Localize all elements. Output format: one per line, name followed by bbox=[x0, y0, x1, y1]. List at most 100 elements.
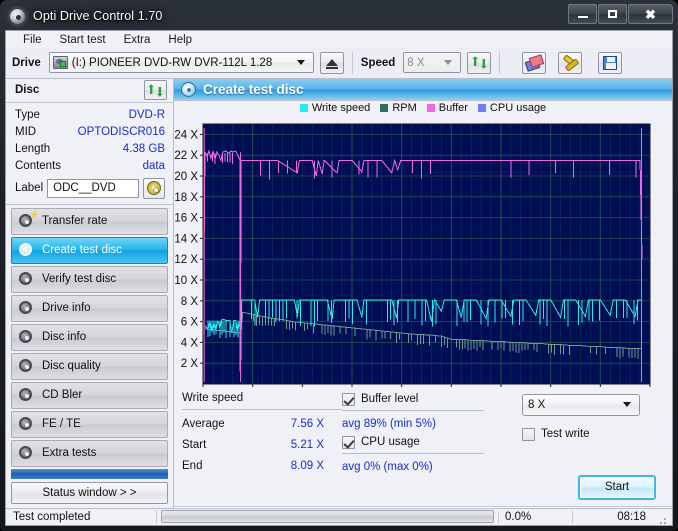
disc-icon bbox=[18, 271, 34, 287]
refresh-icon bbox=[472, 56, 487, 70]
sidebar-item-drive-info[interactable]: Drive info bbox=[11, 294, 168, 322]
drive-select-value: (I:) PIONEER DVD-RW DVR-112L 1.28 bbox=[71, 56, 273, 69]
minimize-button[interactable] bbox=[568, 4, 597, 24]
sidebar-item-label: FE / TE bbox=[42, 418, 81, 431]
tools-button[interactable] bbox=[558, 51, 583, 74]
svg-text:8 X: 8 X bbox=[181, 296, 199, 308]
content-panel: Create test disc Write speed RPM Buffer bbox=[174, 78, 672, 508]
save-button[interactable] bbox=[598, 51, 623, 74]
disc-label-button[interactable] bbox=[143, 177, 165, 199]
write-speed-stats-title: Write speed bbox=[182, 391, 244, 404]
progress-percent: 0.0% bbox=[498, 510, 572, 523]
maximize-button[interactable] bbox=[598, 4, 627, 24]
legend-label: Buffer bbox=[438, 102, 468, 115]
cpu-usage-checkbox[interactable] bbox=[342, 435, 355, 449]
chart-canvas: 2 X 4 X 6 X 8 X 10 X 12 X 14 X 16 X 18 X 20 X 22 X… bbox=[174, 123, 651, 387]
refresh-button[interactable] bbox=[467, 51, 492, 74]
progress-bar bbox=[161, 510, 494, 524]
close-button[interactable]: ✖ bbox=[628, 4, 673, 24]
sidebar-item-disc-quality[interactable]: Disc quality bbox=[11, 352, 168, 380]
disc-icon bbox=[181, 81, 196, 97]
disc-icon bbox=[18, 300, 34, 316]
sidebar-item-label: Extra tests bbox=[42, 447, 97, 460]
toolbar-divider bbox=[351, 51, 353, 74]
menu-help[interactable]: Help bbox=[159, 32, 201, 48]
disc-mid-label: MID bbox=[15, 126, 37, 139]
divider bbox=[342, 409, 484, 411]
client-area: File Start test Extra Help Drive (I:) PI… bbox=[5, 30, 673, 526]
legend-swatch bbox=[477, 104, 486, 113]
legend-swatch bbox=[380, 104, 389, 113]
close-icon: ✖ bbox=[645, 6, 656, 22]
sidebar-item-transfer-rate[interactable]: ⚡ Transfer rate bbox=[11, 207, 168, 235]
sidebar-item-label: Disc info bbox=[42, 331, 87, 344]
disc-icon bbox=[18, 329, 34, 345]
sidebar-item-label: Create test disc bbox=[42, 244, 122, 257]
legend-label: CPU usage bbox=[489, 102, 547, 115]
sidebar-item-label: CD Bler bbox=[42, 389, 83, 402]
menu-start-test[interactable]: Start test bbox=[51, 32, 115, 48]
sidebar-item-fe-te[interactable]: FE / TE bbox=[11, 410, 168, 438]
write-speed-select[interactable]: 8 X bbox=[522, 393, 640, 416]
toolbar-speed-value: 8 X bbox=[407, 56, 425, 69]
sidebar-item-label: Transfer rate bbox=[42, 215, 108, 228]
disc-icon: ⚡ bbox=[18, 211, 39, 229]
cpu-usage-checkbox-row[interactable]: CPU usage bbox=[342, 435, 500, 450]
chevron-down-icon bbox=[623, 402, 631, 408]
stat-label: Average bbox=[182, 418, 225, 431]
buffer-level-stat: avg 89% (min 5%) bbox=[342, 418, 436, 431]
eject-icon bbox=[325, 59, 338, 70]
disc-icon bbox=[9, 7, 26, 25]
sidebar-item-create-test-disc[interactable]: Create test disc bbox=[11, 236, 168, 264]
test-write-checkbox[interactable] bbox=[522, 427, 535, 441]
elapsed-time: 08:18 bbox=[572, 510, 656, 523]
menu-extra[interactable]: Extra bbox=[115, 32, 160, 48]
resize-grip[interactable] bbox=[656, 510, 670, 524]
drive-select[interactable]: (I:) PIONEER DVD-RW DVR-112L 1.28 bbox=[48, 52, 314, 74]
drive-icon bbox=[52, 56, 68, 70]
disc-icon bbox=[18, 242, 34, 258]
disc-refresh-button[interactable] bbox=[144, 80, 167, 101]
disc-info-row-mid: MID OPTODISCR016 bbox=[15, 124, 165, 141]
menu-file[interactable]: File bbox=[14, 32, 51, 48]
sidebar-item-verify-test-disc[interactable]: Verify test disc bbox=[11, 265, 168, 293]
legend-label: Write speed bbox=[311, 102, 371, 115]
status-window-button[interactable]: Status window > > bbox=[11, 481, 168, 504]
legend-item-cpu-usage: CPU usage bbox=[477, 102, 547, 115]
chevron-down-icon bbox=[444, 60, 453, 66]
svg-text:18 X: 18 X bbox=[174, 192, 198, 204]
legend-item-buffer: Buffer bbox=[426, 102, 468, 115]
divider bbox=[182, 408, 342, 410]
svg-text:20 X: 20 X bbox=[174, 171, 198, 183]
disc-contents-label: Contents bbox=[15, 160, 62, 173]
svg-text:22 X: 22 X bbox=[174, 150, 198, 162]
disc-info-row-length: Length 4.38 GB bbox=[15, 141, 165, 158]
disc-contents-value: data bbox=[142, 160, 165, 173]
disc-label-input[interactable]: ODC__DVD bbox=[47, 178, 139, 198]
divider bbox=[342, 452, 484, 454]
disc-icon bbox=[18, 445, 34, 461]
legend-swatch bbox=[299, 104, 308, 113]
eject-button[interactable] bbox=[319, 51, 344, 74]
sidebar-accent-strip bbox=[11, 468, 168, 479]
window-controls: ✖ bbox=[568, 4, 673, 24]
sidebar-item-disc-info[interactable]: Disc info bbox=[11, 323, 168, 351]
disc-type-value: DVD-R bbox=[128, 109, 165, 122]
menu-bar: File Start test Extra Help bbox=[6, 31, 672, 49]
buffer-level-checkbox[interactable] bbox=[342, 392, 355, 406]
start-button[interactable]: Start bbox=[578, 474, 656, 500]
buffer-level-checkbox-row[interactable]: Buffer level bbox=[342, 392, 500, 407]
tools-icon bbox=[562, 56, 578, 70]
test-write-checkbox-row[interactable]: Test write bbox=[522, 427, 664, 442]
sidebar-item-cd-bler[interactable]: CD Bler bbox=[11, 381, 168, 409]
stat-value: 5.21 X bbox=[290, 439, 324, 452]
stat-row-start: Start 5.21 X bbox=[182, 435, 342, 456]
drive-label: Drive bbox=[12, 56, 41, 69]
toolbar-speed-select[interactable]: 8 X bbox=[403, 52, 462, 74]
sidebar-item-extra-tests[interactable]: Extra tests bbox=[11, 439, 168, 467]
buffer-cpu-stats: Buffer level avg 89% (min 5%) CPU usage … bbox=[342, 392, 500, 508]
sidebar-item-label: Drive info bbox=[42, 302, 91, 315]
progress-cell bbox=[156, 510, 498, 524]
sidebar-item-label: Disc quality bbox=[42, 360, 101, 373]
erase-button[interactable] bbox=[522, 51, 547, 74]
